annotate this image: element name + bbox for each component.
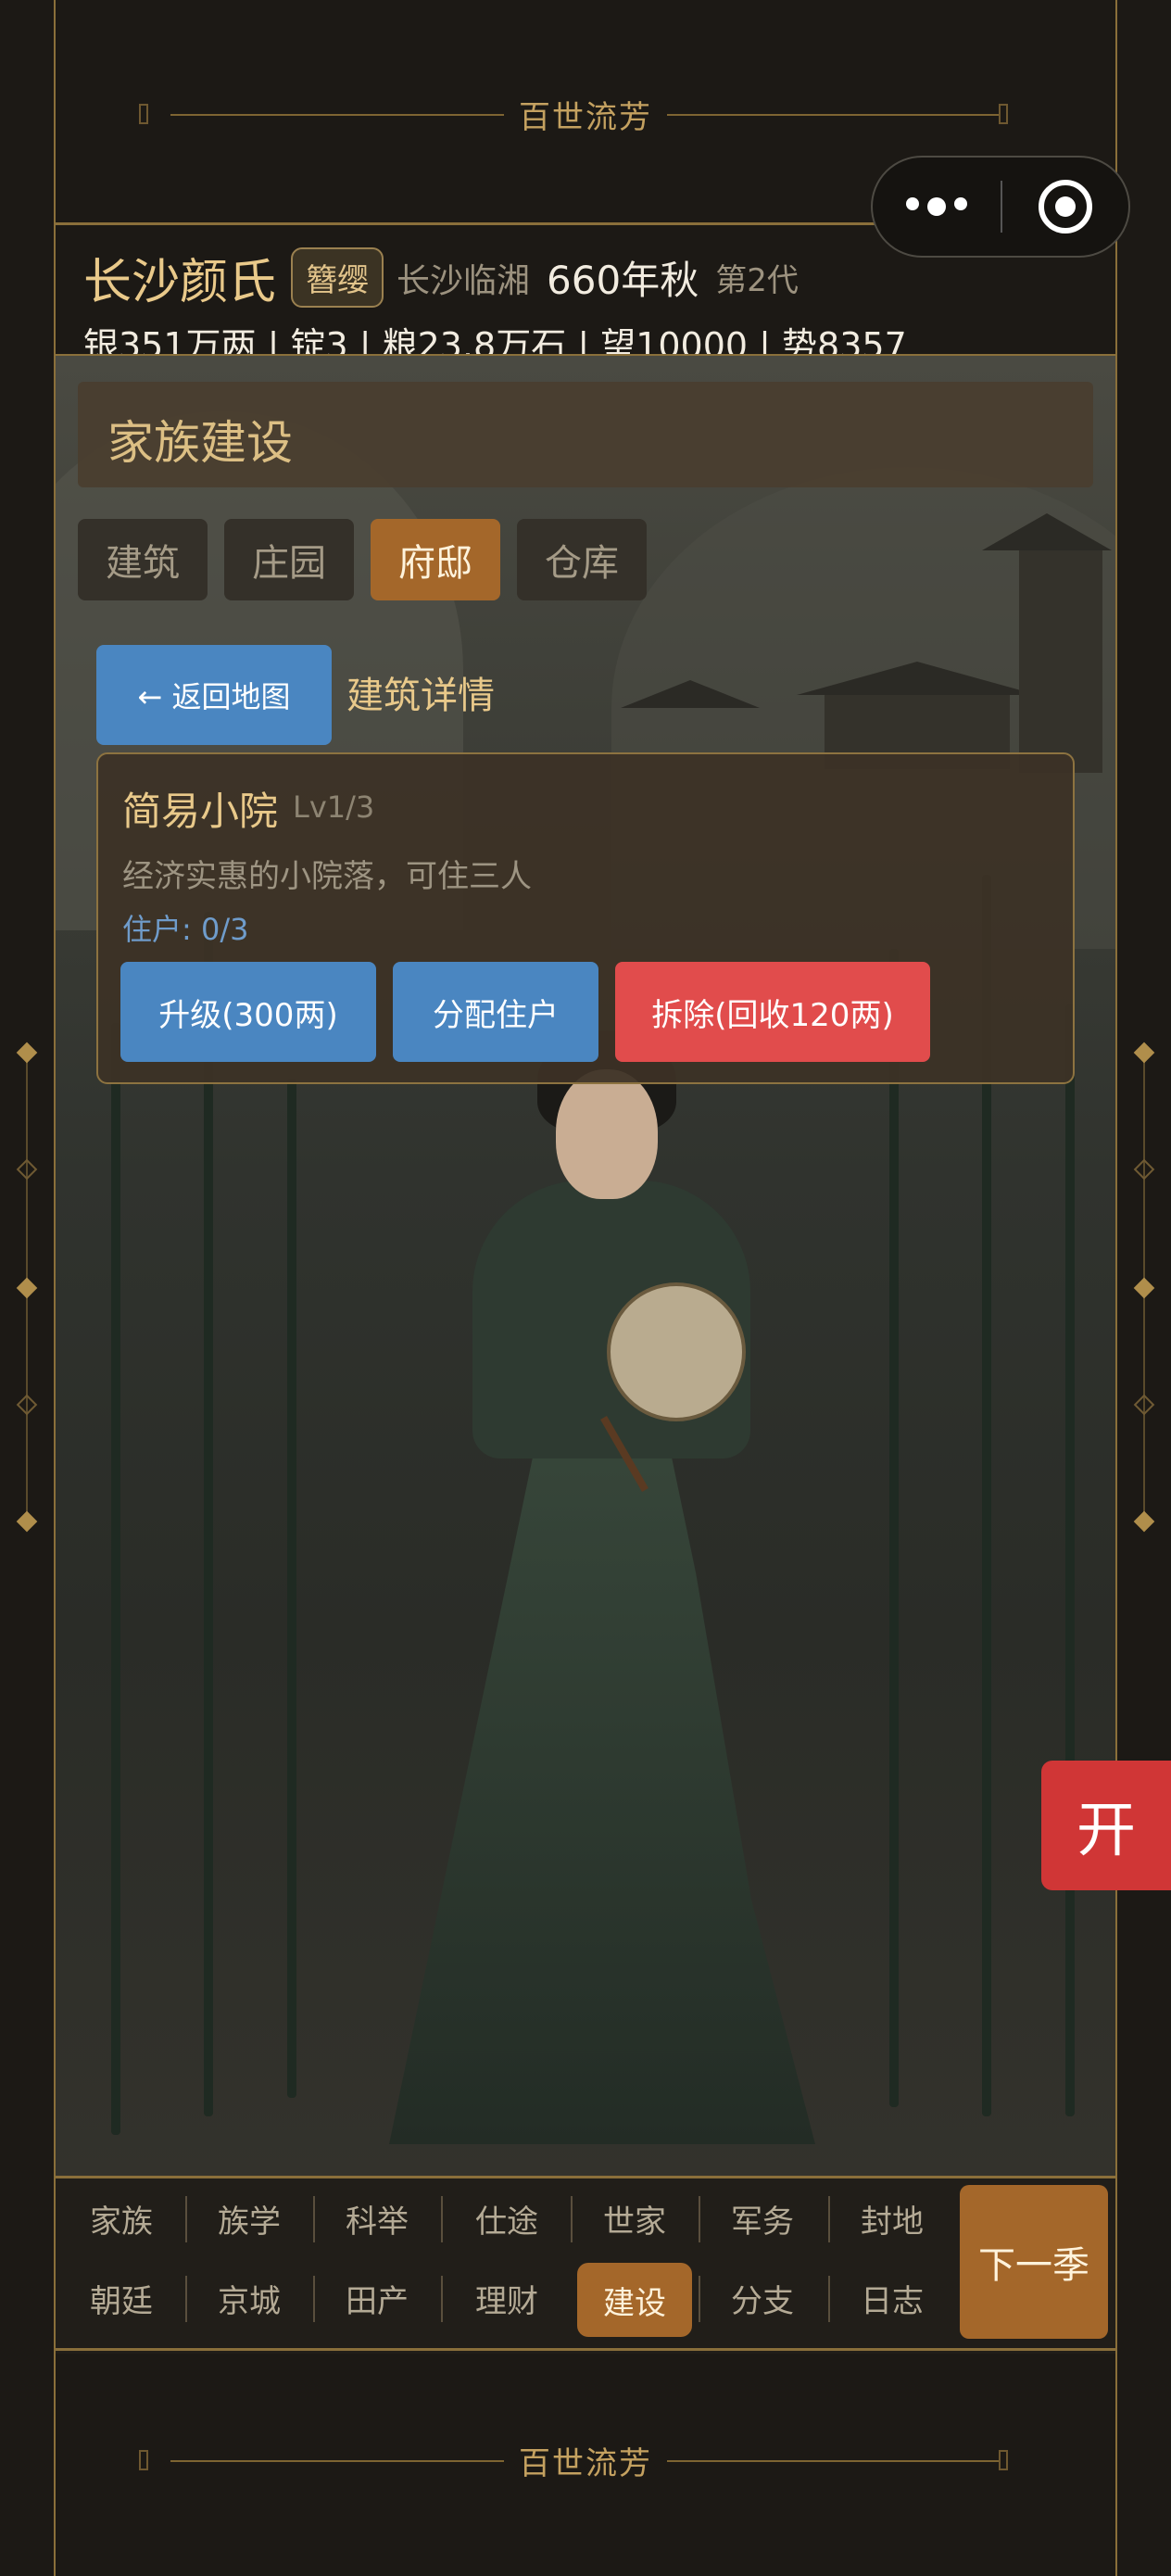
bamboo-stalk [287,1079,296,2098]
diamond-ornament [16,1394,38,1416]
open-float-button[interactable]: 开 [1041,1761,1171,1890]
rank-badge: 簪缨 [291,247,384,308]
diamond-ornament [1133,1510,1155,1533]
year-text: 660年秋 [547,258,699,303]
footer-title: 百世流芳 [504,2437,667,2483]
tab-bar: 建筑 庄园 府邸 仓库 [78,519,647,600]
tab-mansion[interactable]: 府邸 [371,519,500,600]
miniprogram-capsule [871,156,1130,258]
building-card: 简易小院 Lv1/3 经济实惠的小院落，可住三人 住户: 0/3 升级(300两… [96,752,1075,1084]
diamond-ornament [16,1510,38,1533]
clan-name: 长沙颜氏 [83,255,277,310]
scene-area: 家族建设 建筑 庄园 府邸 仓库 ← 返回地图 建筑详情 简易小院 Lv1/3 … [56,356,1115,2178]
bamboo-stalk [889,949,899,2107]
assign-residents-button[interactable]: 分配住户 [393,962,598,1062]
app-title: 百世流芳 [504,91,667,137]
building-detail-title: 建筑详情 [346,675,495,717]
diamond-ornament [1133,1394,1155,1416]
pagoda-tower [1019,550,1102,773]
section-header: 家族建设 [78,382,1093,487]
more-dots-icon[interactable] [873,197,1001,216]
diamond-ornament [1133,1277,1155,1299]
lady-face [556,1069,658,1199]
bamboo-stalk [204,912,213,2116]
diamond-ornament [16,1158,38,1181]
nav-bottom-divider [54,2348,1117,2351]
tab-warehouse[interactable]: 仓库 [517,519,647,600]
nav-farmland[interactable]: 田产 [326,2272,428,2324]
diamond-ornament [1133,1158,1155,1181]
diamond-ornament [16,1277,38,1299]
nav-top-divider [54,2176,1117,2178]
back-to-map-button[interactable]: ← 返回地图 [96,645,332,745]
nav-fief[interactable]: 封地 [841,2192,943,2244]
nav-court[interactable]: 朝廷 [70,2272,172,2324]
building-description: 经济实惠的小院落，可住三人 [122,858,532,895]
nav-clan-school[interactable]: 族学 [198,2192,300,2244]
target-close-icon[interactable] [1002,180,1128,234]
location-text: 长沙临湘 [397,261,531,300]
bottom-title-bar: 百世流芳 [0,2432,1171,2488]
nav-construction[interactable]: 建设 [577,2263,692,2337]
nav-military[interactable]: 军务 [711,2192,813,2244]
nav-noble-families[interactable]: 世家 [584,2192,686,2244]
nav-career[interactable]: 仕途 [456,2192,558,2244]
round-fan [607,1282,746,1421]
nav-branches[interactable]: 分支 [711,2272,813,2324]
bamboo-stalk [111,1023,120,2135]
app-root: 百世流芳 长沙颜氏 簪缨 长沙临湘 660年秋 第2代 银351万两 | 锭3 … [0,0,1171,2576]
top-title-bar: 百世流芳 [0,86,1171,142]
tab-buildings[interactable]: 建筑 [78,519,208,600]
nav-capital[interactable]: 京城 [198,2272,300,2324]
clan-header: 长沙颜氏 簪缨 长沙临湘 660年秋 第2代 [83,243,799,312]
right-border [1115,0,1117,2576]
upgrade-button[interactable]: 升级(300两) [120,962,376,1062]
nav-log[interactable]: 日志 [841,2272,943,2324]
bamboo-stalk [1065,1004,1075,2116]
resident-count: 住户: 0/3 [122,912,249,947]
demolish-button[interactable]: 拆除(回收120两) [615,962,930,1062]
generation-text: 第2代 [715,262,799,299]
building-level: Lv1/3 [293,789,375,825]
nav-finance[interactable]: 理财 [456,2272,558,2324]
nav-exam[interactable]: 科举 [326,2192,428,2244]
building-name: 简易小院 [122,789,279,834]
next-season-button[interactable]: 下一季 [960,2185,1108,2339]
tab-estate[interactable]: 庄园 [224,519,354,600]
diamond-ornament [16,1042,38,1064]
bottom-nav: 家族 族学 科举 仕途 世家 军务 封地 朝廷 京城 田产 理财 建设 分支 日… [56,2178,1115,2354]
diamond-ornament [1133,1042,1155,1064]
nav-clan[interactable]: 家族 [70,2192,172,2244]
section-title: 家族建设 [107,416,293,470]
